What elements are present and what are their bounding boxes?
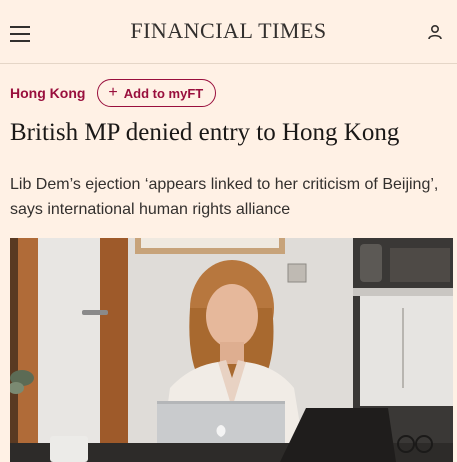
plus-icon: + <box>108 84 118 101</box>
masthead-logo[interactable]: FINANCIAL TIMES <box>0 18 457 44</box>
user-account-icon[interactable] <box>427 24 443 40</box>
add-to-myft-button[interactable]: + Add to myFT <box>97 79 217 107</box>
hero-image <box>10 238 453 462</box>
article-standfirst: Lib Dem’s ejection ‘appears linked to he… <box>10 176 439 218</box>
article-headline: British MP denied entry to Hong Kong <box>10 119 400 146</box>
woman-at-laptop-photo <box>10 238 453 462</box>
topic-row: Hong Kong + Add to myFT <box>10 78 217 108</box>
add-to-myft-label: Add to myFT <box>123 85 204 101</box>
site-header: FINANCIAL TIMES <box>0 0 457 64</box>
topic-link-hong-kong[interactable]: Hong Kong <box>10 85 85 101</box>
page: FINANCIAL TIMES Hong Kong + Add to myFT … <box>0 0 457 462</box>
